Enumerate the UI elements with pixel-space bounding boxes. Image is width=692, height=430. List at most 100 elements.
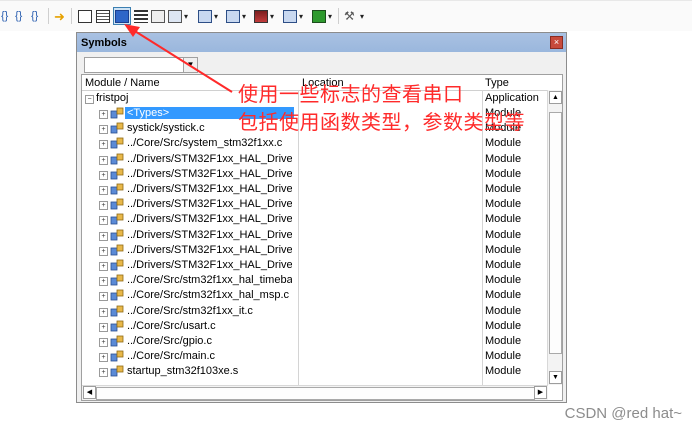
tree-row[interactable]: + ../Core/Src/stm32f1xx_hal_timebase_ti..… [82, 273, 548, 288]
tree-row[interactable]: + ../Core/Src/main.c Module [82, 349, 548, 364]
filter-combobox[interactable]: ▼ [84, 57, 198, 73]
registers-window-button[interactable] [134, 8, 148, 24]
trace-window-button[interactable]: ▾ [283, 8, 303, 24]
column-header-name[interactable]: Module / Name [85, 77, 160, 89]
module-icon [110, 274, 124, 286]
module-icon [110, 198, 124, 210]
dropdown-arrow-icon: ▾ [184, 11, 189, 21]
tree-row[interactable]: + ../Core/Src/gpio.c Module [82, 334, 548, 349]
tree-row[interactable]: + ../Drivers/STM32F1xx_HAL_Driver/Src/st.… [82, 228, 548, 243]
row-name: ../Core/Src/stm32f1xx_it.c [127, 304, 253, 317]
row-name: ../Drivers/STM32F1xx_HAL_Driver/Src/st..… [127, 152, 292, 165]
dropdown-arrow-icon: ▾ [242, 11, 247, 21]
command-window-button[interactable] [78, 8, 92, 24]
expand-icon[interactable]: + [99, 322, 108, 332]
window-title: Symbols [81, 37, 127, 49]
expand-icon[interactable]: + [99, 125, 108, 135]
scroll-right-icon[interactable]: ▶ [534, 386, 547, 399]
tree-row[interactable]: + startup_stm32f103xe.s Module [82, 364, 548, 379]
row-type: Module [485, 137, 522, 150]
row-name: ../Drivers/STM32F1xx_HAL_Driver/Src/st..… [127, 228, 292, 241]
expand-icon[interactable]: + [99, 353, 108, 363]
disassembly-window-button[interactable] [96, 8, 110, 24]
watch-window-button[interactable]: ▾ [168, 8, 188, 24]
tree-row[interactable]: + ../Drivers/STM32F1xx_HAL_Driver/Src/st.… [82, 167, 548, 182]
step-into-button[interactable]: {} [15, 8, 29, 24]
row-name: ../Drivers/STM32F1xx_HAL_Driver/Src/st..… [127, 183, 292, 195]
memory-window-button[interactable]: ▾ [198, 8, 218, 24]
close-icon[interactable]: × [550, 36, 563, 49]
expand-icon[interactable]: + [99, 246, 108, 256]
expand-icon[interactable]: + [99, 170, 108, 180]
row-type: Module [485, 167, 522, 180]
expand-icon[interactable]: + [99, 292, 108, 302]
system-viewer-button[interactable]: ▾ [312, 8, 332, 24]
row-type: Module [485, 259, 522, 271]
toolbox-button[interactable]: ⚒ ▾ [344, 8, 364, 24]
system-viewer-icon [312, 9, 326, 23]
root-label: fristpoj [96, 92, 129, 104]
step-over-button[interactable]: {} [1, 8, 15, 24]
scrollbar-thumb[interactable] [549, 112, 562, 354]
dropdown-arrow-icon: ▾ [328, 11, 333, 21]
tree-row[interactable]: + ../Core/Src/usart.c Module [82, 319, 548, 334]
analysis-window-button[interactable]: ▾ [254, 8, 274, 24]
annotation-line-1: 使用一些标志的查看串口 [238, 82, 464, 106]
scroll-up-icon[interactable]: ▲ [549, 91, 562, 104]
scroll-down-icon[interactable]: ▼ [549, 371, 562, 384]
expand-icon[interactable]: + [99, 231, 108, 241]
chevron-down-icon[interactable]: ▼ [183, 58, 197, 72]
expand-icon[interactable]: + [99, 277, 108, 287]
expand-icon[interactable]: + [99, 201, 108, 211]
disassembly-window-icon [96, 9, 110, 23]
tree-row[interactable]: + ../Drivers/STM32F1xx_HAL_Driver/Src/st.… [82, 258, 548, 273]
vertical-scrollbar[interactable]: ▲ ▼ [547, 90, 562, 385]
tree-row[interactable]: + ../Drivers/STM32F1xx_HAL_Driver/Src/st.… [82, 243, 548, 258]
module-icon [110, 244, 124, 256]
module-icon [110, 122, 124, 134]
module-icon [110, 305, 124, 316]
serial-window-button[interactable]: ▾ [226, 8, 246, 24]
expand-icon[interactable]: + [99, 140, 108, 150]
tree-row[interactable]: + ../Drivers/STM32F1xx_HAL_Driver/Src/st.… [82, 182, 548, 197]
row-name: ../Core/Src/stm32f1xx_hal_timebase_ti... [127, 274, 292, 287]
row-type: Module [485, 350, 522, 363]
scroll-left-icon[interactable]: ◀ [83, 386, 96, 399]
expand-icon[interactable]: + [99, 368, 108, 378]
expand-icon[interactable]: + [99, 262, 108, 271]
call-stack-button[interactable] [151, 8, 165, 24]
show-next-statement-button[interactable]: ➜ [54, 8, 68, 24]
tree-row[interactable]: + ../Drivers/STM32F1xx_HAL_Driver/Src/st.… [82, 197, 548, 212]
module-icon [110, 153, 124, 164]
serial-window-icon [226, 9, 240, 23]
expand-icon[interactable]: + [99, 186, 108, 195]
tree-row[interactable]: + ../Core/Src/system_stm32f1xx.c Module [82, 136, 548, 151]
window-titlebar[interactable]: Symbols × [77, 33, 566, 52]
row-type: Module [485, 319, 522, 332]
collapse-icon[interactable]: − [85, 95, 94, 104]
module-icon [110, 335, 124, 347]
symbols-window-button[interactable] [113, 7, 131, 25]
horizontal-scrollbar[interactable]: ◀ ▶ [82, 385, 548, 400]
tree-row[interactable]: + ../Drivers/STM32F1xx_HAL_Driver/Src/st.… [82, 152, 548, 167]
step-out-button[interactable]: {} [31, 8, 45, 24]
tree-row[interactable]: + ../Drivers/STM32F1xx_HAL_Driver/Src/st.… [82, 212, 548, 227]
expand-icon[interactable]: + [99, 216, 108, 226]
expand-icon[interactable]: + [99, 307, 108, 317]
scrollbar-thumb[interactable] [96, 387, 535, 400]
expand-icon[interactable]: + [99, 155, 108, 165]
debug-toolbar: {} {} {} ➜ ▾ ▾ ▾ ▾ ▾ ▾ ⚒ ▾ [0, 0, 692, 31]
toolbar-separator [338, 8, 339, 24]
row-type: Module [485, 243, 522, 256]
expand-icon[interactable]: + [99, 110, 108, 119]
expand-icon[interactable]: + [99, 338, 108, 347]
row-type: Module [485, 213, 522, 226]
row-type: Module [485, 335, 522, 347]
row-name: ../Drivers/STM32F1xx_HAL_Driver/Src/st..… [127, 243, 292, 256]
tree-row[interactable]: + ../Core/Src/stm32f1xx_hal_msp.c Module [82, 288, 548, 303]
dropdown-arrow-icon: ▾ [360, 11, 365, 21]
toolbox-icon: ⚒ [344, 8, 355, 23]
run-to-cursor-icon: {} [31, 9, 39, 22]
column-header-type[interactable]: Type [485, 77, 509, 89]
tree-row[interactable]: + ../Core/Src/stm32f1xx_it.c Module [82, 304, 548, 319]
